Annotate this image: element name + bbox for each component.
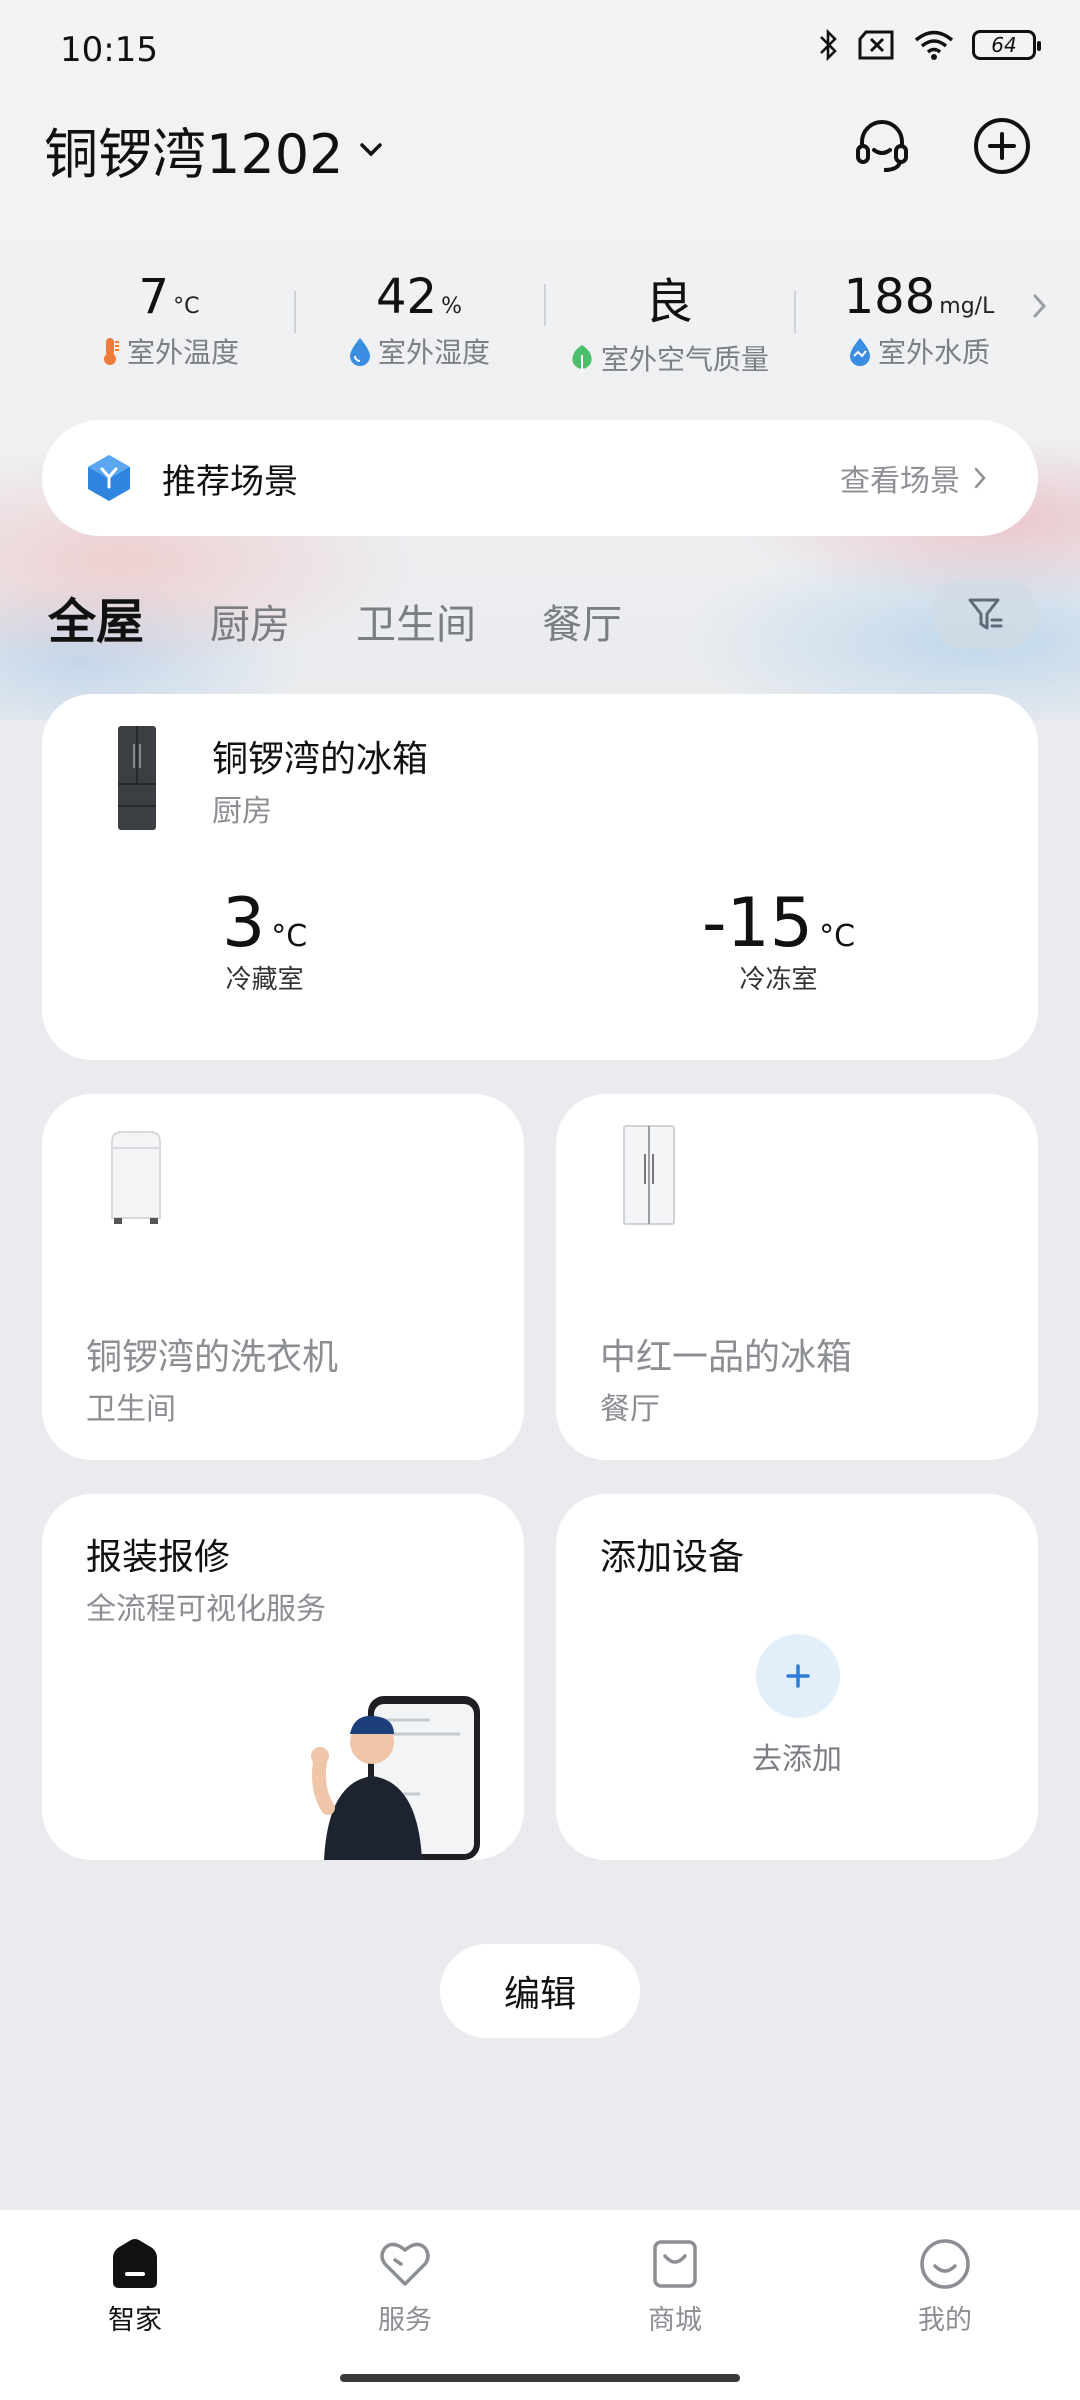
leaf-icon (572, 345, 592, 373)
water-drop-icon (349, 338, 370, 366)
status-icons: 64 (818, 28, 1041, 62)
recommended-scene-card[interactable]: 推荐场景 查看场景 (42, 420, 1038, 536)
fridge-compartment-temp: 3 °C 冷藏室 (222, 884, 308, 995)
device-name: 铜锣湾的冰箱 (212, 739, 429, 780)
device-room: 餐厅 (600, 1392, 660, 1427)
status-time: 10:15 (60, 30, 158, 70)
water-quality-icon (849, 338, 870, 366)
fridge-image (118, 726, 156, 830)
bottom-navigation: 智家 服务 商城 我的 (0, 2210, 1080, 2400)
device-room: 卫生间 (86, 1392, 176, 1427)
outdoor-temperature: 7 °C 室外温度 (44, 269, 294, 371)
filter-icon (968, 598, 1003, 630)
tab-kitchen[interactable]: 厨房 (210, 592, 290, 650)
service-subtitle: 全流程可视化服务 (86, 1592, 326, 1627)
device-name: 中红一品的冰箱 (600, 1337, 853, 1378)
add-button[interactable] (968, 112, 1036, 180)
chevron-right-icon (974, 467, 986, 489)
profile-smile-icon (920, 2239, 970, 2289)
device-name: 铜锣湾的洗衣机 (86, 1337, 339, 1378)
home-indicator[interactable] (340, 2374, 740, 2382)
scene-cube-icon (88, 455, 130, 501)
scene-title: 推荐场景 (162, 461, 298, 502)
nav-profile[interactable]: 我的 (870, 2236, 1020, 2400)
shopping-bag-icon (653, 2240, 697, 2288)
outdoor-water-quality: 188 mg/L 室外水质 (794, 269, 1044, 371)
headset-icon (856, 120, 908, 172)
outdoor-humidity: 42% 室外湿度 (294, 269, 544, 371)
device-card-fridge-second[interactable]: 中红一品的冰箱 餐厅 (556, 1094, 1038, 1460)
wifi-icon (914, 30, 954, 60)
add-device-label: 去添加 (752, 1742, 842, 1777)
device-room: 厨房 (212, 794, 272, 829)
device-card-fridge-main[interactable]: 铜锣湾的冰箱 厨房 3 °C 冷藏室 -15 °C 冷冻室 (42, 694, 1038, 1060)
edit-button[interactable]: 编辑 (440, 1944, 640, 2038)
plus-icon (786, 1664, 810, 1688)
no-sim-icon (858, 30, 894, 60)
add-device-button[interactable] (756, 1634, 840, 1718)
technician-phone-illustration (311, 1696, 480, 1860)
chevron-down-icon (360, 142, 383, 156)
outdoor-air-quality: 良 室外空气质量 (544, 262, 794, 378)
bluetooth-icon (820, 28, 837, 62)
home-selector[interactable]: 铜锣湾1202 (44, 110, 385, 189)
add-device-title: 添加设备 (600, 1537, 745, 1578)
home-name: 铜锣湾1202 (44, 123, 344, 186)
plus-circle-icon (974, 118, 1030, 174)
thermometer-icon (103, 338, 119, 365)
outdoor-environment-row[interactable]: 7 °C 室外温度 42% 室外湿度 良 室外空气质量 188 mg/L 室外水… (44, 262, 1044, 378)
chevron-right-icon[interactable] (1030, 290, 1050, 322)
device-card-washer[interactable]: 铜锣湾的洗衣机 卫生间 (42, 1094, 524, 1460)
washing-machine-image (111, 1131, 161, 1224)
freezer-compartment-temp: -15 °C 冷冻室 (702, 884, 856, 995)
room-tabs: 全屋 厨房 卫生间 餐厅 (48, 582, 622, 652)
battery-indicator: 64 (972, 30, 1041, 60)
nav-smart-home[interactable]: 智家 (60, 2236, 210, 2400)
home-icon (113, 2239, 157, 2288)
tab-dining-room[interactable]: 餐厅 (542, 592, 622, 650)
install-repair-service-card[interactable]: 报装报修 全流程可视化服务 (42, 1494, 524, 1860)
view-scenes-link[interactable]: 查看场景 (840, 456, 988, 500)
heart-icon (380, 2242, 430, 2286)
tab-bathroom[interactable]: 卫生间 (356, 592, 476, 650)
tab-whole-house[interactable]: 全屋 (48, 582, 144, 652)
customer-service-button[interactable] (848, 112, 916, 180)
header-actions (848, 112, 1036, 180)
filter-button[interactable] (932, 578, 1038, 650)
service-title: 报装报修 (86, 1537, 231, 1578)
fridge-image (623, 1125, 675, 1225)
add-device-card[interactable]: 添加设备 去添加 (556, 1494, 1038, 1860)
